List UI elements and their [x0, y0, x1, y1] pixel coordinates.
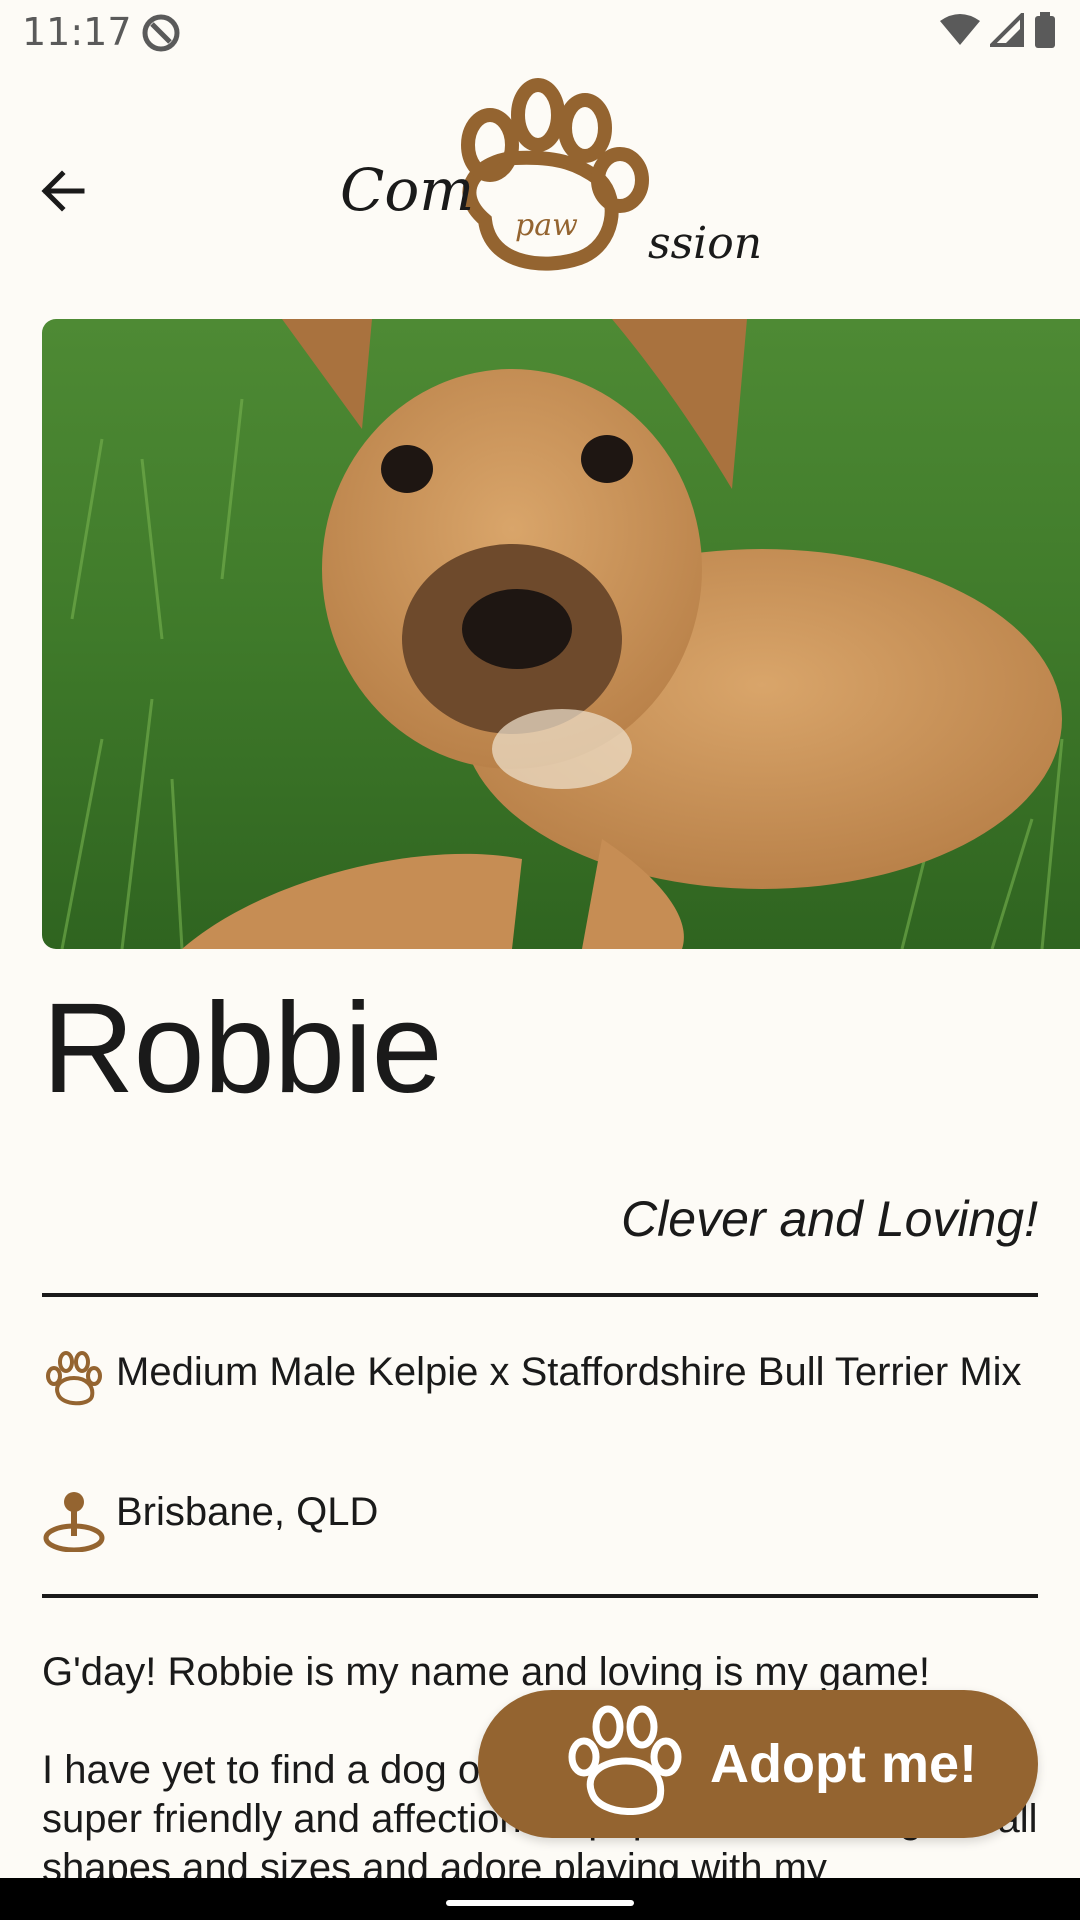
at-sign-icon — [142, 14, 180, 52]
signal-icon — [990, 13, 1024, 47]
home-gesture-handle[interactable] — [446, 1900, 634, 1906]
adopt-me-label: Adopt me! — [710, 1734, 977, 1794]
battery-icon — [1035, 12, 1055, 48]
location-row: Brisbane, QLD — [42, 1488, 1026, 1552]
paw-icon — [46, 1351, 102, 1406]
paw-icon — [568, 1705, 682, 1815]
location-text: Brisbane, QLD — [116, 1490, 379, 1534]
adopt-me-button[interactable]: Adopt me! — [478, 1690, 1038, 1838]
pet-photo — [42, 319, 1080, 949]
navigation-bar — [0, 1878, 1080, 1920]
svg-text:paw: paw — [515, 208, 578, 243]
back-arrow-icon[interactable] — [32, 160, 94, 222]
status-bar: 11:17 — [0, 0, 1080, 64]
pet-name: Robbie — [42, 977, 443, 1120]
location-pin-icon — [43, 1492, 105, 1552]
divider — [42, 1594, 1038, 1598]
divider — [42, 1293, 1038, 1297]
svg-text:Com: Com — [340, 156, 474, 224]
breed-row: Medium Male Kelpie x Staffordshire Bull … — [42, 1348, 1026, 1412]
svg-text:ssion: ssion — [648, 218, 760, 269]
status-icons — [940, 12, 1056, 48]
breed-text: Medium Male Kelpie x Staffordshire Bull … — [116, 1350, 1022, 1394]
wifi-icon — [940, 14, 980, 45]
pet-tagline: Clever and Loving! — [621, 1191, 1038, 1247]
status-time: 11:17 — [22, 10, 132, 54]
app-logo: Com paw ssion — [340, 78, 760, 271]
